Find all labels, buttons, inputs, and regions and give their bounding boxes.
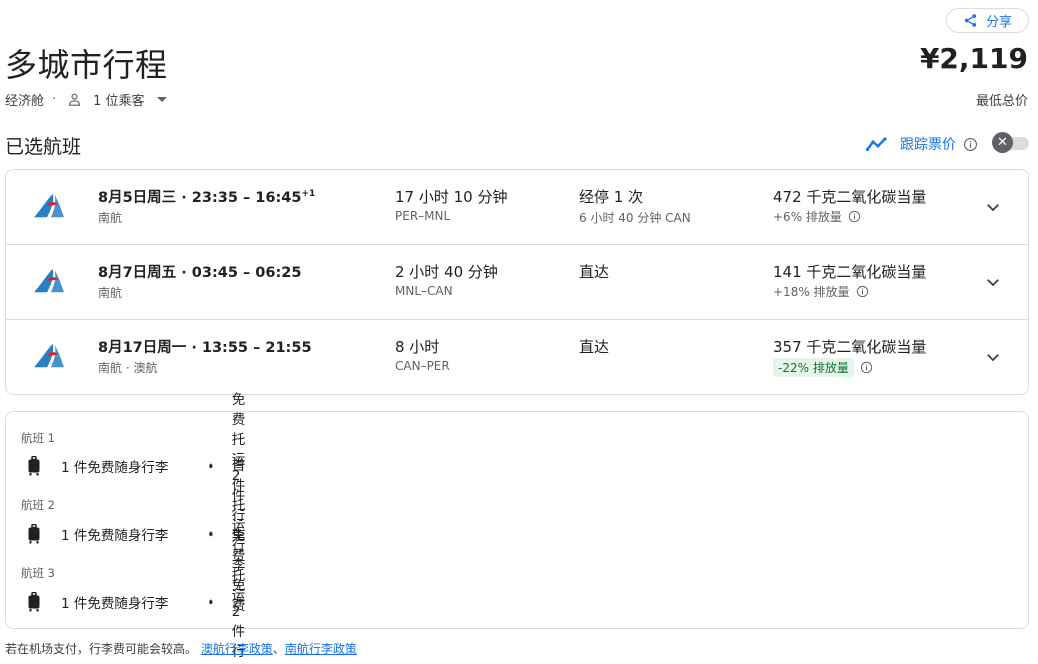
chevron-down-icon[interactable] (984, 348, 1002, 366)
flight-row-3[interactable]: 8月17日周一 · 13:55 – 21:55 南航 · 澳航 8 小时 CAN… (6, 320, 1028, 394)
co2-emissions: 357 千克二氧化碳当量 (773, 338, 927, 356)
china-southern-logo-icon (34, 268, 64, 293)
passenger-count: 1 位乘客 (93, 93, 145, 109)
selected-flights-list: 8月5日周三 · 23:35 – 16:45+1 南航 17 小时 10 分钟 … (5, 169, 1029, 395)
toggle-knob: ✕ (992, 132, 1013, 153)
dropdown-caret-icon (156, 96, 167, 102)
info-icon[interactable] (856, 285, 869, 298)
flight-times: 8月5日周三 · 23:35 – 16:45+1 (98, 189, 316, 206)
emissions-compare: -22% 排放量 (773, 358, 873, 377)
emissions-text: +18% 排放量 (773, 285, 850, 299)
cabin-class: 经济舱 (5, 93, 45, 109)
close-icon: ✕ (997, 135, 1008, 150)
flight-times: 8月7日周五 · 03:45 – 06:25 (98, 265, 302, 281)
baggage-row: 1 件免费随身行李 免费托运 2 件行李 (21, 392, 245, 544)
share-button[interactable]: 分享 (946, 8, 1029, 33)
china-southern-logo-icon (34, 193, 64, 218)
layover-detail: 6 小时 40 分钟 CAN (579, 211, 691, 225)
airline: 南航 (98, 211, 123, 225)
baggage-info: 航班 1 1 件免费随身行李 免费托运 2 件行李 航班 2 1 件免费随身行李… (5, 392, 1029, 660)
track-prices-toggle[interactable]: ✕ (991, 132, 1031, 154)
segment-label: 航班 2 (21, 498, 55, 512)
china-southern-baggage-policy-link[interactable]: 南航行李政策 (285, 642, 357, 656)
china-southern-logo-icon (34, 343, 64, 368)
total-price: ¥2,119 (919, 42, 1028, 75)
segment-label: 航班 1 (21, 431, 55, 445)
baggage-fee-note: 若在机场支付，行李费可能会较高。 (5, 642, 198, 656)
carry-on-text: 1 件免费随身行李 (61, 460, 169, 476)
baggage-row: 1 件免费随身行李 首件托运行李免费 (21, 458, 245, 614)
co2-emissions: 472 千克二氧化碳当量 (773, 188, 927, 206)
flight-times: 8月17日周一 · 13:55 – 21:55 (98, 340, 312, 356)
flight-duration: 2 小时 40 分钟 (395, 263, 498, 281)
selected-flights-title: 已选航班 (5, 136, 82, 158)
share-icon (964, 14, 977, 27)
flight-route: MNL–CAN (395, 284, 453, 298)
passenger-selector[interactable]: 1 位乘客 (66, 90, 167, 109)
link-separator: 、 (272, 642, 285, 656)
checked-bag-icon (209, 599, 213, 605)
flight-stops: 直达 (579, 338, 610, 356)
carry-on-text: 1 件免费随身行李 (61, 528, 169, 544)
flight-route: PER–MNL (395, 209, 451, 223)
flight-row-1[interactable]: 8月5日周三 · 23:35 – 16:45+1 南航 17 小时 10 分钟 … (6, 170, 1028, 245)
day-offset: +1 (301, 189, 316, 199)
carry-on-item: 1 件免费随身行李 (21, 592, 168, 612)
track-prices[interactable]: 跟踪票价 (866, 132, 978, 156)
carry-on-text: 1 件免费随身行李 (61, 596, 169, 612)
carry-on-item: 1 件免费随身行李 (21, 456, 168, 476)
emissions-compare: +18% 排放量 (773, 283, 869, 300)
emissions-text: +6% 排放量 (773, 210, 842, 224)
track-prices-label: 跟踪票价 (900, 137, 956, 153)
airline: 南航 (98, 286, 123, 300)
carry-on-item: 1 件免费随身行李 (21, 524, 168, 544)
carry-on-bag-icon (28, 524, 40, 544)
flight-route: CAN–PER (395, 359, 450, 373)
page-title: 多城市行程 (5, 46, 168, 84)
flight-stops: 直达 (579, 263, 610, 281)
share-label: 分享 (985, 15, 1012, 30)
meta-separator: · (52, 91, 57, 107)
carry-on-bag-icon (28, 456, 40, 476)
emissions-compare: +6% 排放量 (773, 208, 861, 225)
airline: 南航 · 澳航 (98, 361, 158, 375)
segment-label: 航班 3 (21, 566, 55, 580)
info-icon[interactable] (963, 137, 978, 152)
flight-duration: 17 小时 10 分钟 (395, 188, 508, 206)
chevron-down-icon[interactable] (984, 198, 1002, 216)
baggage-row: 1 件免费随身行李 免费托运 2 件行李 (21, 528, 245, 660)
chevron-down-icon[interactable] (984, 273, 1002, 291)
info-icon[interactable] (860, 361, 873, 374)
flight-stops: 经停 1 次 (579, 188, 644, 206)
price-note: 最低总价 (975, 94, 1028, 109)
carry-on-bag-icon (28, 592, 40, 612)
flight-duration: 8 小时 (395, 338, 440, 356)
qantas-baggage-policy-link[interactable]: 澳航行李政策 (201, 642, 273, 656)
flight-row-2[interactable]: 8月7日周五 · 03:45 – 06:25 南航 2 小时 40 分钟 MNL… (6, 245, 1028, 320)
person-icon (69, 93, 81, 106)
emissions-badge: -22% 排放量 (773, 358, 854, 377)
info-icon[interactable] (848, 210, 861, 223)
trip-meta: 经济舱 · 1 位乘客 (5, 89, 167, 109)
co2-emissions: 141 千克二氧化碳当量 (773, 263, 927, 281)
trend-icon (866, 137, 887, 152)
baggage-footer: 若在机场支付，行李费可能会较高。 澳航行李政策、南航行李政策 (5, 640, 357, 657)
